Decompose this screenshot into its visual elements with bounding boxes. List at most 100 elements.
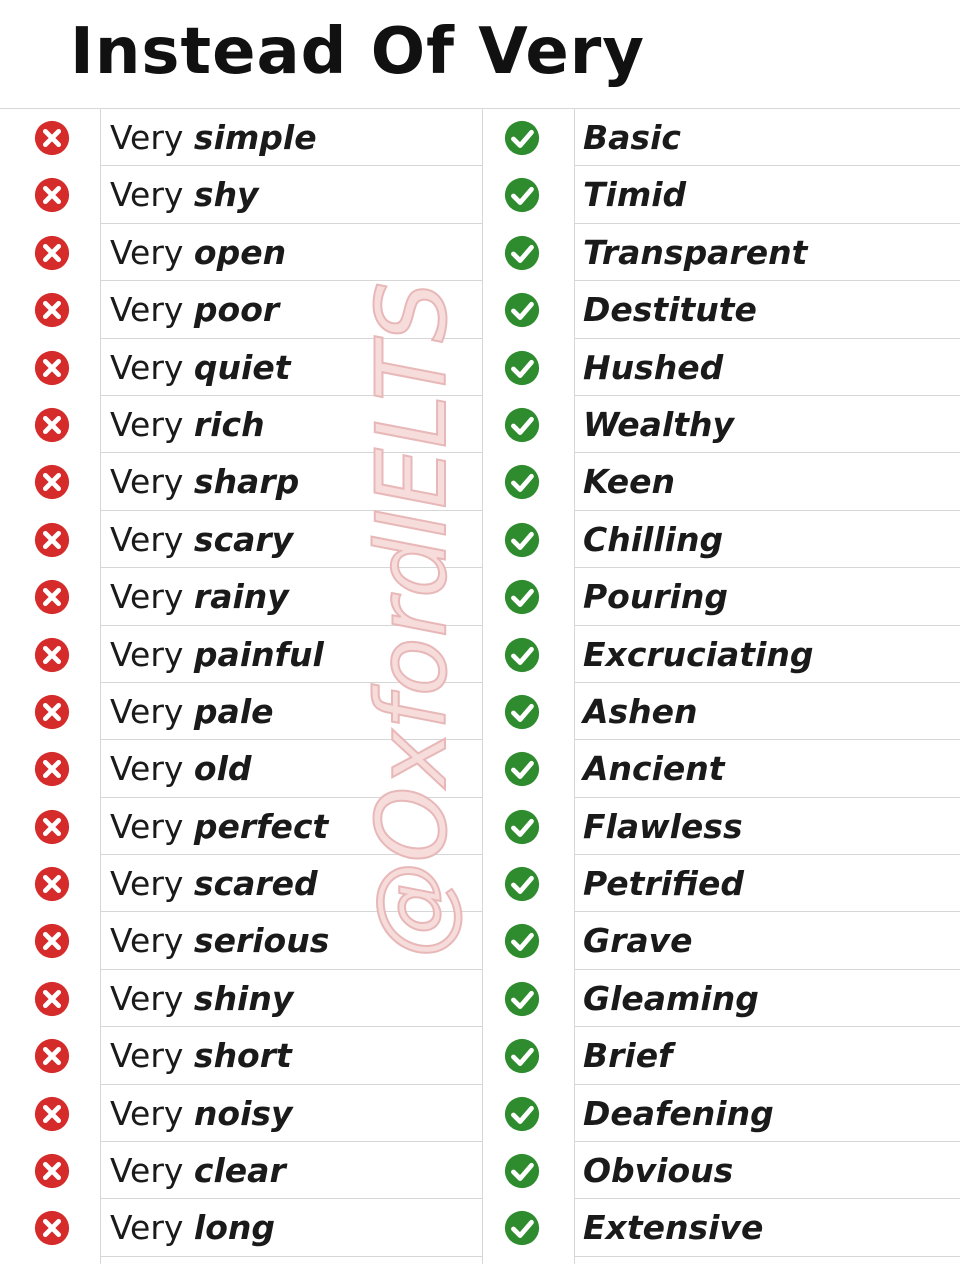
check-icon (503, 636, 541, 674)
table-row: Very quiet Hushed (0, 339, 960, 397)
phrase-adjective: shy (193, 175, 259, 215)
phrase-adjective: rainy (193, 577, 289, 617)
strong-alternative: Gleaming (583, 978, 759, 1018)
weak-phrase: Very scary (110, 511, 293, 568)
phrase-prefix: Very (110, 806, 184, 846)
table-row: Very painful Excruciating (0, 626, 960, 684)
strong-alternative: Keen (583, 462, 676, 502)
x-icon (33, 1037, 71, 1075)
weak-phrase: Very painful (110, 626, 324, 683)
phrase-adjective: poor (193, 290, 280, 330)
weak-phrase: Very rich (110, 396, 265, 453)
x-icon (33, 291, 71, 329)
x-icon (33, 119, 71, 157)
strong-alternative: Petrified (583, 864, 745, 904)
x-icon (33, 1095, 71, 1133)
x-icon (33, 750, 71, 788)
phrase-prefix: Very (110, 749, 184, 789)
strong-alternative: Hushed (583, 347, 724, 387)
weak-phrase: Very short (110, 1027, 292, 1084)
check-icon (503, 750, 541, 788)
check-icon (503, 808, 541, 846)
check-icon (503, 578, 541, 616)
check-icon (503, 1037, 541, 1075)
phrase-prefix: Very (110, 175, 184, 215)
check-icon (503, 980, 541, 1018)
strong-alternative: Brief (583, 1036, 673, 1076)
x-icon (33, 808, 71, 846)
phrase-prefix: Very (110, 978, 184, 1018)
strong-alternative: Wealthy (583, 404, 735, 444)
table-row: Very perfect Flawless (0, 798, 960, 856)
phrase-prefix: Very (110, 864, 184, 904)
strong-alternative: Pouring (583, 577, 729, 617)
table-row: Very short Brief (0, 1027, 960, 1086)
phrase-adjective: serious (193, 921, 330, 961)
weak-phrase: Very poor (110, 281, 279, 338)
table-row: Very rainy Pouring (0, 568, 960, 626)
phrase-prefix: Very (110, 232, 184, 272)
check-icon (503, 349, 541, 387)
phrase-adjective: perfect (193, 806, 329, 846)
x-icon (33, 1152, 71, 1190)
x-icon (33, 234, 71, 272)
check-icon (503, 521, 541, 559)
vocabulary-table: Very simple Basic Very shy Timid Very open Tr… (0, 108, 960, 1264)
phrase-prefix: Very (110, 290, 184, 330)
page-title: Instead Of Very (70, 15, 645, 89)
weak-phrase: Very old (110, 740, 252, 797)
weak-phrase: Very quiet (110, 339, 291, 396)
strong-alternative: Excruciating (583, 634, 814, 674)
table-row: Very scary Chilling (0, 511, 960, 569)
x-icon (33, 980, 71, 1018)
weak-phrase: Very serious (110, 912, 329, 969)
check-icon (503, 234, 541, 272)
phrase-adjective: painful (193, 634, 324, 674)
phrase-prefix: Very (110, 347, 184, 387)
phrase-prefix: Very (110, 1036, 184, 1076)
x-icon (33, 578, 71, 616)
x-icon (33, 176, 71, 214)
strong-alternative: Obvious (583, 1151, 734, 1191)
phrase-adjective: scared (193, 864, 318, 904)
strong-alternative: Chilling (583, 519, 724, 559)
x-icon (33, 693, 71, 731)
x-icon (33, 865, 71, 903)
weak-phrase: Very shy (110, 166, 259, 223)
strong-alternative: Grave (583, 921, 693, 961)
x-icon (33, 406, 71, 444)
phrase-prefix: Very (110, 1151, 184, 1191)
table-row: Very serious Grave (0, 912, 960, 971)
weak-phrase: Very shiny (110, 970, 293, 1027)
table-row: Very pale Ashen (0, 683, 960, 741)
phrase-adjective: shiny (193, 978, 294, 1018)
table-row: Very open Transparent (0, 224, 960, 282)
phrase-prefix: Very (110, 577, 184, 617)
x-icon (33, 349, 71, 387)
table-row: Very rich Wealthy (0, 396, 960, 454)
phrase-prefix: Very (110, 118, 184, 157)
table-row: Very clear Obvious (0, 1142, 960, 1200)
check-icon (503, 291, 541, 329)
weak-phrase: Very sharp (110, 453, 299, 510)
check-icon (503, 922, 541, 960)
strong-alternative: Deafening (583, 1093, 774, 1133)
strong-alternative: Transparent (583, 232, 808, 272)
phrase-adjective: short (193, 1036, 292, 1076)
table-row: Very old Ancient (0, 740, 960, 799)
strong-alternative: Ancient (583, 749, 725, 789)
check-icon (503, 1095, 541, 1133)
strong-alternative: Extensive (583, 1208, 764, 1248)
table-row: Very noisy Deafening (0, 1085, 960, 1143)
phrase-adjective: noisy (193, 1093, 293, 1133)
weak-phrase: Very simple (110, 109, 317, 166)
weak-phrase: Very pale (110, 683, 274, 740)
phrase-adjective: scary (193, 519, 294, 559)
phrase-prefix: Very (110, 1093, 184, 1133)
weak-phrase: Very long (110, 1199, 275, 1256)
table-body: Very simple Basic Very shy Timid Very open Tr… (0, 109, 960, 1258)
phrase-adjective: open (193, 232, 287, 272)
phrase-adjective: rich (193, 404, 265, 444)
table-row: Very shy Timid (0, 166, 960, 225)
phrase-adjective: long (193, 1208, 276, 1248)
